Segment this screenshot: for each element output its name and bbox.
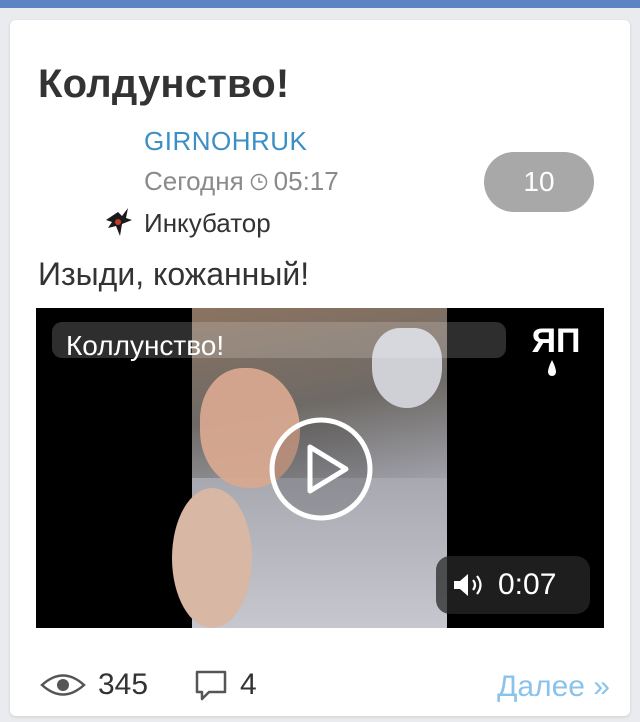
post-title[interactable]: Колдунство!: [38, 62, 289, 107]
top-bar: [0, 0, 640, 8]
play-icon[interactable]: [268, 416, 374, 522]
video-leg: [172, 488, 252, 628]
video-duration: 0:07: [498, 568, 557, 601]
svg-text:ЯП: ЯП: [532, 322, 581, 360]
eye-icon: [40, 674, 86, 696]
sound-controls[interactable]: 0:07: [436, 556, 590, 614]
post-text: Изыди, кожанный!: [38, 256, 310, 292]
date-text: Сегодня: [144, 166, 244, 196]
comment-icon[interactable]: [194, 668, 228, 702]
author-name[interactable]: GIRNOHRUK: [144, 126, 307, 157]
video-title: Коллунство!: [66, 330, 225, 361]
clock-icon: [250, 173, 267, 190]
views-stat: 345: [40, 668, 148, 702]
author-avatar[interactable]: [98, 202, 138, 242]
post-footer: 345 4 Далее »: [40, 668, 610, 708]
time-text: 05:17: [273, 166, 339, 196]
community-name[interactable]: Инкубатор: [144, 208, 271, 239]
views-count: 345: [98, 668, 149, 701]
post-card: Колдунство! GIRNOHRUK Сегодня 05:17 Инку…: [10, 20, 630, 716]
comments-stat[interactable]: 4: [194, 668, 257, 702]
more-link[interactable]: Далее »: [497, 670, 610, 704]
yp-logo: ЯП: [532, 322, 581, 376]
sound-icon[interactable]: [452, 571, 486, 599]
rating-badge: 10: [484, 152, 594, 212]
video-player[interactable]: Коллунство! ЯП 0:07: [36, 308, 604, 628]
post-date: Сегодня 05:17: [144, 166, 339, 197]
comments-count[interactable]: 4: [240, 668, 257, 702]
